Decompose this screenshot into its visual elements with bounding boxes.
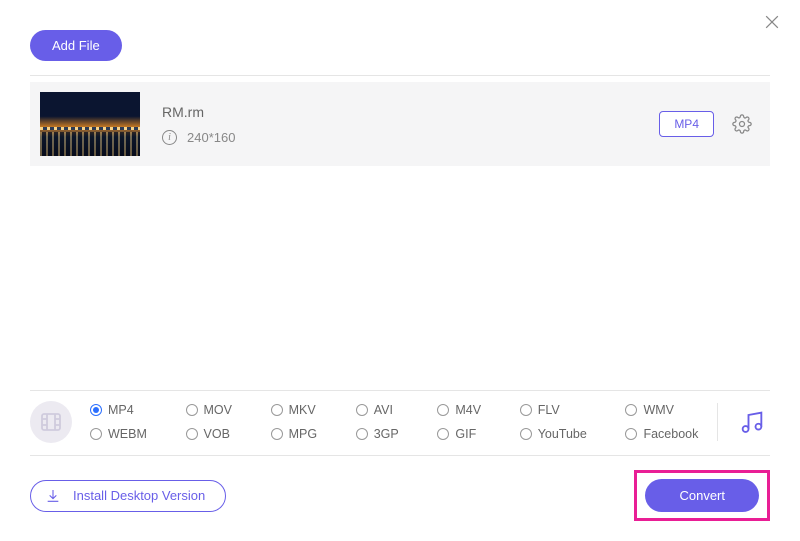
- format-option-vob[interactable]: VOB: [186, 427, 243, 441]
- format-option-webm[interactable]: WEBM: [90, 427, 158, 441]
- divider: [30, 75, 770, 76]
- format-option-m4v[interactable]: M4V: [437, 403, 491, 417]
- format-label: FLV: [538, 403, 560, 417]
- format-option-flv[interactable]: FLV: [520, 403, 598, 417]
- radio-icon: [356, 404, 368, 416]
- convert-highlight: Convert: [634, 470, 770, 521]
- film-icon[interactable]: [30, 401, 72, 443]
- gear-icon[interactable]: [732, 114, 752, 134]
- radio-icon: [625, 428, 637, 440]
- format-option-mp4[interactable]: MP4: [90, 403, 158, 417]
- radio-icon: [186, 428, 198, 440]
- download-icon: [45, 488, 61, 504]
- format-option-wmv[interactable]: WMV: [625, 403, 709, 417]
- close-icon[interactable]: [762, 12, 782, 32]
- format-option-mpg[interactable]: MPG: [271, 427, 328, 441]
- format-option-facebook[interactable]: Facebook: [625, 427, 709, 441]
- radio-icon: [520, 404, 532, 416]
- action-row: Install Desktop Version Convert: [30, 456, 770, 521]
- format-option-3gp[interactable]: 3GP: [356, 427, 410, 441]
- radio-icon: [625, 404, 637, 416]
- format-label: 3GP: [374, 427, 399, 441]
- format-label: VOB: [204, 427, 230, 441]
- install-desktop-button[interactable]: Install Desktop Version: [30, 480, 226, 512]
- add-file-button[interactable]: Add File: [30, 30, 122, 61]
- video-thumbnail[interactable]: [40, 92, 140, 156]
- radio-icon: [90, 428, 102, 440]
- radio-icon: [186, 404, 198, 416]
- format-label: M4V: [455, 403, 481, 417]
- format-option-mkv[interactable]: MKV: [271, 403, 328, 417]
- radio-icon: [90, 404, 102, 416]
- format-label: GIF: [455, 427, 476, 441]
- format-label: MOV: [204, 403, 232, 417]
- format-label: MPG: [289, 427, 317, 441]
- format-option-gif[interactable]: GIF: [437, 427, 491, 441]
- radio-icon: [356, 428, 368, 440]
- format-label: YouTube: [538, 427, 587, 441]
- target-format-button[interactable]: MP4: [659, 111, 714, 137]
- file-row: RM.rm i 240*160 MP4: [30, 82, 770, 166]
- install-desktop-label: Install Desktop Version: [73, 488, 205, 503]
- format-label: WMV: [643, 403, 674, 417]
- radio-icon: [520, 428, 532, 440]
- format-panel: MP4 MOV MKV AVI M4V FLV WMV WEBM VOB MPG 3GP GIF You…: [30, 390, 770, 456]
- format-option-youtube[interactable]: YouTube: [520, 427, 598, 441]
- vertical-separator: [717, 403, 718, 441]
- convert-button[interactable]: Convert: [645, 479, 759, 512]
- format-option-avi[interactable]: AVI: [356, 403, 410, 417]
- file-resolution: 240*160: [187, 130, 235, 145]
- radio-icon: [437, 428, 449, 440]
- format-label: MP4: [108, 403, 134, 417]
- radio-icon: [437, 404, 449, 416]
- header: Add File: [0, 0, 800, 75]
- format-grid: MP4 MOV MKV AVI M4V FLV WMV WEBM VOB MPG 3GP GIF You…: [90, 403, 709, 441]
- info-icon[interactable]: i: [162, 130, 177, 145]
- file-info: RM.rm i 240*160: [162, 104, 659, 145]
- format-label: Facebook: [643, 427, 698, 441]
- format-label: WEBM: [108, 427, 147, 441]
- radio-icon: [271, 404, 283, 416]
- format-label: MKV: [289, 403, 316, 417]
- music-icon[interactable]: [738, 408, 766, 436]
- format-option-mov[interactable]: MOV: [186, 403, 243, 417]
- file-name: RM.rm: [162, 104, 659, 120]
- radio-icon: [271, 428, 283, 440]
- format-label: AVI: [374, 403, 393, 417]
